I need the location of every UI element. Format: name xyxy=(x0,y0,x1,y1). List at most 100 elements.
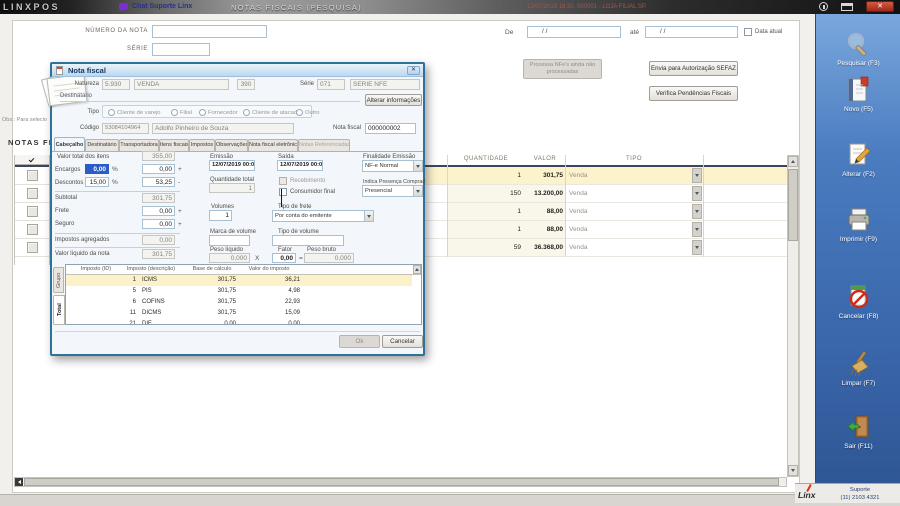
numero-da-nota-input[interactable] xyxy=(152,25,267,38)
imposto-row[interactable]: 5 PIS 301,75 4,98 xyxy=(66,286,412,297)
horizontal-scrollbar[interactable] xyxy=(14,477,787,487)
sidebar-button-imprimir[interactable]: Imprimir (F9) xyxy=(816,206,900,243)
serie-input[interactable] xyxy=(152,43,210,56)
row-checkbox[interactable] xyxy=(26,188,38,199)
tipo-dropdown[interactable] xyxy=(692,222,702,237)
scroll-down-button[interactable] xyxy=(788,465,798,476)
imposto-row[interactable]: 1 ICMS 301,75 36,21 xyxy=(66,275,412,286)
col-header-valor[interactable]: VALOR xyxy=(525,156,565,162)
descontos-valor-input[interactable]: 53,25 xyxy=(142,177,175,187)
sidebar-button-sair[interactable]: Sair (F11) xyxy=(816,413,900,450)
sidebar-button-pesquisar[interactable]: Pesquisar (F3) xyxy=(816,30,900,67)
alterar-informacoes-button[interactable]: Alterar informações xyxy=(365,94,422,106)
seguro-input[interactable]: 0,00 xyxy=(142,219,175,229)
dialog-close-button[interactable]: ✕ xyxy=(407,65,420,75)
sidebar-button-novo[interactable]: Novo (F5) xyxy=(816,76,900,113)
row-checkbox-cell[interactable] xyxy=(15,221,49,239)
verifica-pendencias-button[interactable]: Verifica Pendências Fiscais xyxy=(649,86,738,101)
envia-autorizacao-sefaz-button[interactable]: Envia para Autorização SEFAZ xyxy=(649,61,738,76)
chevron-down-icon[interactable] xyxy=(364,211,373,221)
processa-nfe-button[interactable]: Processa NFe's ainda não processadas xyxy=(523,59,602,79)
row-checkbox-cell[interactable] xyxy=(15,203,49,221)
chevron-down-icon[interactable] xyxy=(413,186,422,196)
scrollbar-thumb[interactable] xyxy=(788,169,798,241)
serie-descricao-input[interactable]: SERIE NFE xyxy=(350,79,420,90)
valor-total-input[interactable]: 355,00 xyxy=(142,151,175,161)
scroll-left-button[interactable] xyxy=(15,478,23,486)
table-row[interactable]: 150 13.200,00 Venda xyxy=(425,185,787,203)
header-valor-imposto[interactable]: Valor do imposto xyxy=(238,266,300,272)
sidebar-button-cancelar[interactable]: Cancelar (F8) xyxy=(816,283,900,320)
radio-cliente-atacado[interactable] xyxy=(243,108,250,116)
ok-button[interactable]: Ok xyxy=(339,335,380,348)
subtotal-input[interactable]: 301,75 xyxy=(142,193,175,203)
recebimento-checkbox[interactable] xyxy=(279,177,287,185)
date-from-input[interactable]: / / xyxy=(527,26,621,38)
row-checkbox[interactable] xyxy=(26,242,38,253)
tab-destinatario[interactable]: Destinatário xyxy=(85,139,119,151)
tab-cabecalho[interactable]: Cabeçalho xyxy=(54,137,85,151)
row-checkbox-cell[interactable] xyxy=(15,167,49,185)
encargos-valor-input[interactable]: 0,00 xyxy=(142,164,175,174)
radio-cliente-varejo[interactable] xyxy=(108,108,115,116)
tipo-volume-input[interactable] xyxy=(272,235,344,246)
peso-bruto-input[interactable]: 0,000 xyxy=(304,253,354,263)
vtab-total[interactable]: Total xyxy=(53,295,65,325)
descontos-pct-input[interactable]: 15,00 xyxy=(85,177,109,187)
tab-transportadora[interactable]: Transportadora xyxy=(119,139,159,151)
scroll-up-button[interactable] xyxy=(788,156,798,167)
table-row[interactable]: 1 88,00 Venda xyxy=(425,203,787,221)
natureza-descricao-input[interactable]: VENDA xyxy=(134,79,229,90)
tab-impostos[interactable]: Impostos xyxy=(189,139,215,151)
tipo-dropdown[interactable] xyxy=(692,186,702,201)
table-row[interactable]: 1 88,00 Venda xyxy=(425,221,787,239)
tipo-dropdown[interactable] xyxy=(692,240,702,255)
radio-fornecedor[interactable] xyxy=(199,108,206,116)
col-header-tipo[interactable]: TIPO xyxy=(565,156,703,162)
volumes-input[interactable]: 1 xyxy=(209,210,232,221)
fator-input[interactable]: 0,00 xyxy=(272,253,296,263)
sidebar-button-alterar[interactable]: Alterar (F2) xyxy=(816,141,900,178)
codigo-input[interactable]: 53084104964 xyxy=(102,123,149,134)
imposto-row[interactable]: 11 DICMS 301,75 15,09 xyxy=(66,308,412,319)
finalidade-select[interactable]: NF-e Normal xyxy=(362,160,423,172)
tab-notas-referenciadas[interactable]: Notas Referenciadas xyxy=(298,139,350,151)
sidebar-button-limpar[interactable]: Limpar (F7) xyxy=(816,350,900,387)
saida-input[interactable]: 12/07/2019 00:00 xyxy=(277,160,323,171)
valor-liquido-input[interactable]: 301,75 xyxy=(142,249,175,259)
table-row[interactable]: 59 36.368,00 Venda xyxy=(425,239,787,257)
imposto-row[interactable]: 6 COFINS 301,75 22,93 xyxy=(66,297,412,308)
radio-outro[interactable] xyxy=(296,108,303,116)
tab-nota-fiscal-eletronica[interactable]: Nota fiscal eletrônica xyxy=(248,139,298,151)
row-checkbox-cell[interactable] xyxy=(15,239,49,257)
chevron-down-icon[interactable] xyxy=(413,161,422,171)
row-checkbox[interactable] xyxy=(26,170,38,181)
imposto-row[interactable]: 21 DIF 0,00 0,00 xyxy=(66,319,412,324)
minimize-icon[interactable] xyxy=(841,3,853,11)
radio-filial[interactable] xyxy=(171,108,178,116)
impostos-agregados-input[interactable]: 0,00 xyxy=(142,235,175,245)
presenca-select[interactable]: Presencial xyxy=(362,185,423,197)
destinatario-nome-input[interactable]: Adolfo Pinheiro de Souza xyxy=(152,123,294,134)
frete-input[interactable]: 0,00 xyxy=(142,206,175,216)
close-window-button[interactable]: ✕ xyxy=(866,1,894,12)
quantidade-total-input[interactable]: 1 xyxy=(209,183,255,193)
natureza-codigo-input[interactable]: 5.930 xyxy=(102,79,130,90)
chat-suporte-link[interactable]: Chat Suporte Linx xyxy=(132,3,192,10)
emissao-input[interactable]: 12/07/2019 00:00 xyxy=(209,160,255,171)
marca-volume-input[interactable] xyxy=(209,235,250,246)
tipo-dropdown[interactable] xyxy=(692,168,702,183)
vtab-grupo[interactable]: Grupo xyxy=(53,267,64,293)
header-imposto-descricao[interactable]: Imposto (descrição) xyxy=(121,266,181,272)
col-header-quantidade[interactable]: QUANTIDADE xyxy=(447,156,525,162)
vertical-scrollbar[interactable] xyxy=(787,155,799,477)
nota-fiscal-numero-input[interactable]: 000000002 xyxy=(365,123,416,134)
tipo-dropdown[interactable] xyxy=(692,204,702,219)
chat-bubble-icon[interactable] xyxy=(119,3,128,12)
tipo-frete-select[interactable]: Por conta do emitente xyxy=(272,210,374,222)
select-all-header[interactable] xyxy=(15,155,49,165)
cancelar-button[interactable]: Cancelar xyxy=(382,335,423,348)
date-to-input[interactable]: / / xyxy=(645,26,738,38)
row-checkbox[interactable] xyxy=(26,224,38,235)
row-checkbox[interactable] xyxy=(26,206,38,217)
